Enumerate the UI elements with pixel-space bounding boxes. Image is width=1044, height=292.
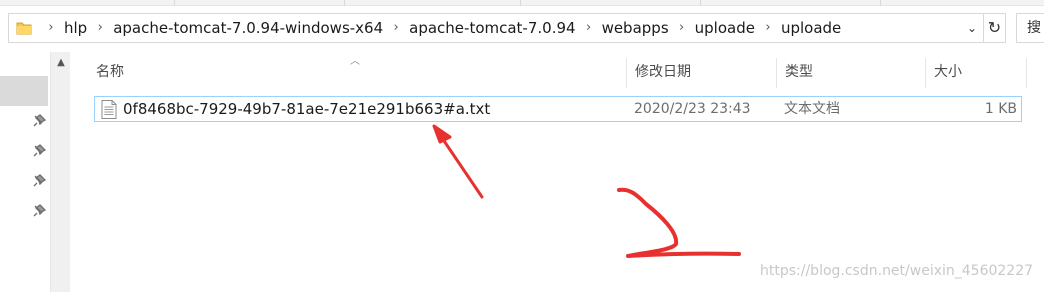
red-arrow-annotation (432, 124, 484, 199)
pin-icon[interactable] (32, 204, 46, 218)
column-header: ︿ 名称 修改日期 类型 大小 (88, 56, 1028, 88)
column-name[interactable]: 名称 (88, 58, 124, 88)
refresh-button[interactable]: ↻ (984, 13, 1006, 43)
pin-icon[interactable] (32, 174, 46, 188)
annotation-layer (432, 124, 741, 258)
chevron-right-icon[interactable]: › (89, 14, 111, 42)
breadcrumb-apache-tomcat[interactable]: apache-tomcat-7.0.94 (407, 14, 577, 42)
address-bar[interactable]: › hlp › apache-tomcat-7.0.94-windows-x64… (8, 13, 984, 43)
file-date: 2020/2/23 23:43 (634, 101, 751, 117)
folder-icon (16, 21, 32, 35)
chevron-right-icon[interactable]: › (578, 14, 600, 42)
file-row[interactable]: 0f8468bc-7929-49b7-81ae-7e21e291b663#a.t… (94, 96, 1022, 122)
nav-selected-item[interactable] (0, 76, 48, 106)
nav-scrollbar[interactable]: ▲ (50, 52, 70, 292)
scroll-up-icon[interactable]: ▲ (51, 56, 71, 70)
pin-icon[interactable] (32, 114, 46, 128)
red-scribble-annotation (617, 187, 741, 258)
search-input[interactable]: 搜 (1016, 13, 1044, 43)
chevron-down-icon[interactable]: ⌄ (965, 20, 979, 36)
breadcrumb-webapps[interactable]: webapps (600, 14, 671, 42)
breadcrumb-hlp[interactable]: hlp (62, 14, 89, 42)
watermark: https://blog.csdn.net/weixin_45602227 (760, 263, 1034, 279)
column-date[interactable]: 修改日期 (627, 58, 691, 88)
refresh-icon: ↻ (987, 18, 1002, 37)
sort-caret-icon: ︿ (350, 56, 360, 67)
column-type[interactable]: 类型 (777, 58, 813, 88)
pin-icon[interactable] (32, 144, 46, 158)
file-size: 1 KB (984, 101, 1017, 117)
file-name: 0f8468bc-7929-49b7-81ae-7e21e291b663#a.t… (123, 100, 491, 118)
breadcrumb-apache-tomcat-windows[interactable]: apache-tomcat-7.0.94-windows-x64 (111, 14, 385, 42)
ribbon-strip (0, 0, 1044, 6)
chevron-right-icon[interactable]: › (40, 14, 62, 42)
chevron-right-icon[interactable]: › (671, 14, 693, 42)
breadcrumb-uploade-parent[interactable]: uploade (693, 14, 757, 42)
file-type: 文本文档 (784, 101, 840, 117)
navigation-pane: ▲ (0, 52, 70, 292)
text-file-icon (101, 100, 117, 119)
breadcrumb-uploade-current[interactable]: uploade (779, 14, 843, 42)
column-size[interactable]: 大小 (926, 58, 962, 88)
column-divider[interactable] (1026, 58, 1027, 88)
chevron-right-icon[interactable]: › (757, 14, 779, 42)
chevron-right-icon[interactable]: › (385, 14, 407, 42)
